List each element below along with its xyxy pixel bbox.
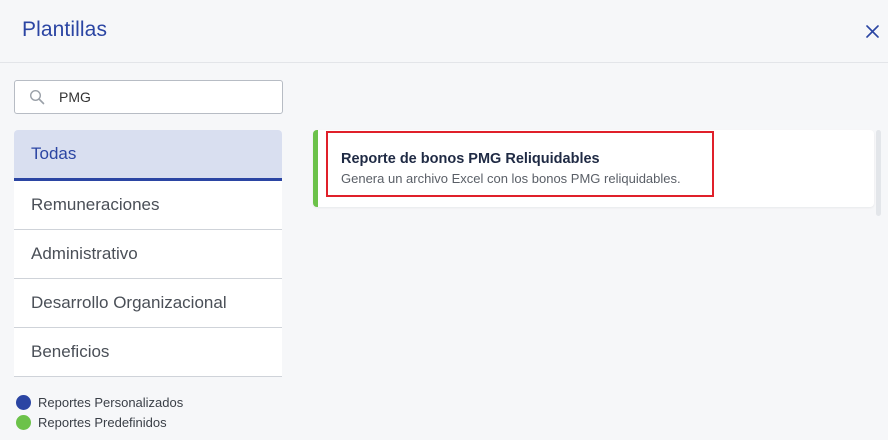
category-administrativo[interactable]: Administrativo [14,230,282,279]
template-card[interactable]: Reporte de bonos PMG Reliquidables Gener… [313,130,874,207]
legend: Reportes Personalizados Reportes Predefi… [16,392,183,432]
category-beneficios[interactable]: Beneficios [14,328,282,377]
category-list: Todas Remuneraciones Administrativo Desa… [14,130,282,377]
category-label: Remuneraciones [31,195,160,214]
legend-label: Reportes Predefinidos [38,414,167,430]
legend-label: Reportes Personalizados [38,394,184,410]
category-remuneraciones[interactable]: Remuneraciones [14,181,282,230]
blue-dot-icon [16,394,31,410]
legend-item-predefinidos: Reportes Predefinidos [16,412,183,432]
close-button[interactable] [860,19,884,43]
green-dot-icon [16,414,31,430]
category-todas[interactable]: Todas [14,130,282,181]
close-icon [865,24,879,38]
templates-dialog: Plantillas Todas Remuneraciones Administ… [0,0,888,440]
results-scrollbar[interactable] [876,130,881,216]
search-input[interactable] [59,87,269,107]
category-desarrollo-organizacional[interactable]: Desarrollo Organizacional [14,279,282,328]
template-title: Reporte de bonos PMG Reliquidables [341,151,600,167]
category-label: Beneficios [31,342,110,361]
legend-item-personalizados: Reportes Personalizados [16,392,183,412]
dialog-header: Plantillas [0,0,888,63]
category-label: Desarrollo Organizacional [31,293,227,312]
category-label: Administrativo [31,244,138,263]
search-icon [29,89,45,105]
search-box[interactable] [14,80,283,114]
dialog-title: Plantillas [22,18,108,41]
category-label: Todas [31,144,77,163]
template-description: Genera un archivo Excel con los bonos PM… [341,171,681,186]
